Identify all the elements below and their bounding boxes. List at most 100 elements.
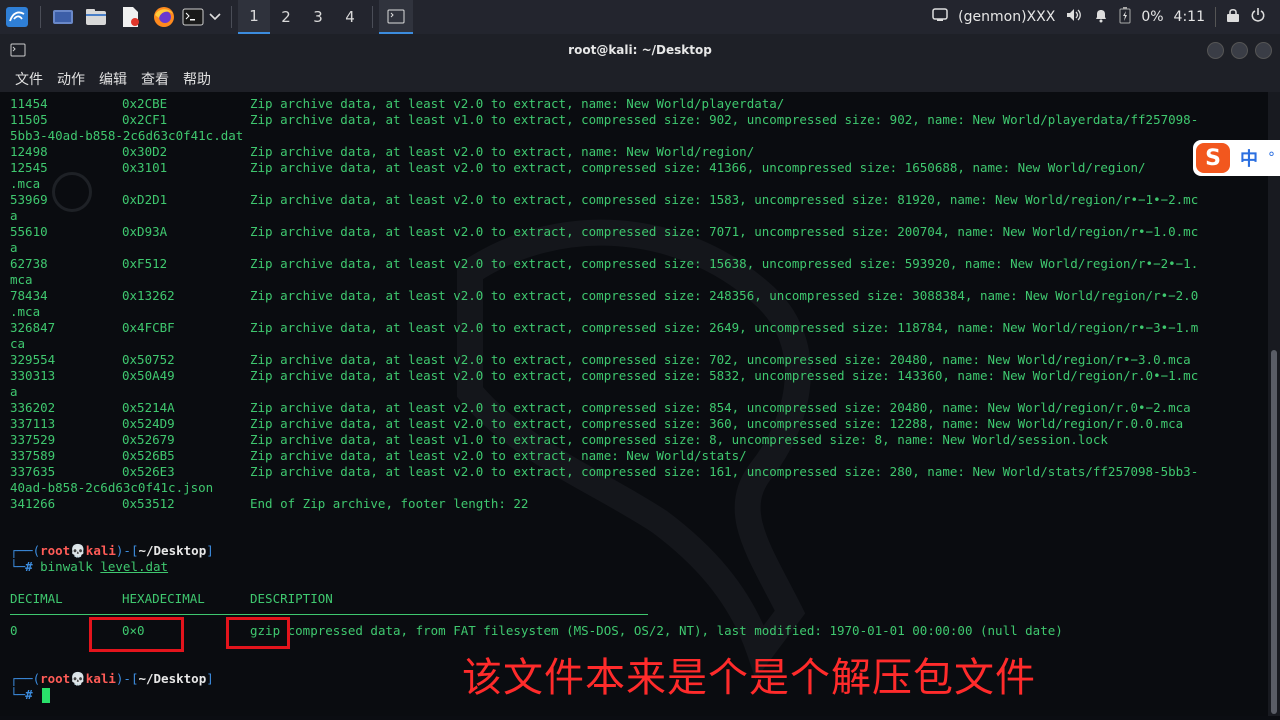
binwalk-row-wrap: .mca [10, 304, 1260, 320]
binwalk-row: 11505 0x2CF1 Zip archive data, at least v1… [10, 112, 1260, 128]
row-decimal: 326847 [10, 320, 56, 335]
row-hex: 0x2CBE [122, 96, 168, 111]
annotation-text: 该文件本来是个是个解压包文件 [462, 655, 1036, 701]
row-hex: 0x524D9 [122, 416, 175, 431]
sogou-logo-icon[interactable]: S [1196, 143, 1230, 173]
row-hex: 0x526E3 [122, 464, 175, 479]
workspace-4[interactable]: 4 [334, 0, 366, 34]
binwalk-row: 11454 0x2CBE Zip archive data, at least v2… [10, 96, 1260, 112]
kali-menu-icon[interactable] [0, 0, 34, 34]
ime-language-toggle[interactable]: 中 [1240, 145, 1258, 171]
firefox-icon[interactable] [147, 0, 181, 34]
top-panel: 1 2 3 4 (genmon)XXX 0% 4:11 [0, 0, 1280, 34]
command-arg[interactable]: level.dat [100, 559, 168, 574]
menu-action[interactable]: 动作 [50, 69, 92, 89]
row-hex: 0xD2D1 [122, 192, 168, 207]
text-editor-icon[interactable] [113, 0, 147, 34]
workspace-1[interactable]: 1 [238, 0, 270, 34]
binwalk-row: 12498 0x30D2 Zip archive data, at least v2… [10, 144, 1260, 160]
menu-edit[interactable]: 编辑 [92, 69, 134, 89]
file-manager-icon[interactable] [79, 0, 113, 34]
maximize-button[interactable] [1231, 42, 1248, 59]
workspace-2[interactable]: 2 [270, 0, 302, 34]
binwalk-row: 336202 0x5214A Zip archive data, at least … [10, 400, 1260, 416]
close-button[interactable] [1255, 42, 1272, 59]
desktop-icon[interactable] [47, 0, 79, 34]
chevron-down-icon[interactable] [205, 0, 225, 34]
genmon-label[interactable]: (genmon)XXX [958, 9, 1055, 25]
row-decimal: 330313 [10, 368, 56, 383]
genmon-icon[interactable] [932, 8, 948, 26]
row-description-wrap: .mca [10, 304, 41, 319]
row-decimal: 329554 [10, 352, 56, 367]
lock-icon[interactable] [1226, 7, 1240, 27]
binwalk-row: 337113 0x524D9 Zip archive data, at least … [10, 416, 1260, 432]
skull-icon-2: 💀 [70, 671, 86, 686]
row-description: Zip archive data, at least v2.0 to extra… [250, 160, 1146, 175]
scrollbar-thumb[interactable] [1271, 350, 1277, 714]
row-hex: 0x4FCBF [122, 320, 175, 335]
highlight-box-gzip [226, 617, 290, 649]
command-line-2: └─# [10, 687, 33, 702]
menu-file[interactable]: 文件 [0, 69, 50, 89]
power-icon[interactable] [1250, 7, 1266, 27]
notification-bell-icon[interactable] [1093, 7, 1109, 27]
row-decimal: 337589 [10, 448, 56, 463]
prompt-line-2: ┌──(root💀kali)-[~/Desktop] [10, 671, 214, 686]
row-hex: 0x2CF1 [122, 112, 168, 127]
clock[interactable]: 4:11 [1174, 9, 1205, 25]
battery-icon[interactable] [1119, 6, 1131, 28]
taskbar-terminal-button[interactable] [379, 0, 413, 34]
row-description-wrap: ca [10, 336, 26, 351]
binwalk-row-wrap: 40ad-b858-2c6d63c0f41c.json [10, 480, 1260, 496]
row-decimal: 336202 [10, 400, 56, 415]
row-hex: 0x50A49 [122, 368, 175, 383]
row-description: Zip archive data, at least v2.0 to extra… [250, 352, 1191, 367]
row-description: Zip archive data, at least v1.0 to extra… [250, 112, 1199, 127]
header-divider [10, 614, 648, 615]
workspace-3[interactable]: 3 [302, 0, 334, 34]
row-hex: 0x53512 [122, 496, 175, 511]
row-description-wrap: 5bb3-40ad-b858-2c6d63c0f41c.dat [10, 128, 244, 143]
header-hex: HEXADECIMAL [122, 591, 205, 606]
volume-icon[interactable] [1065, 7, 1083, 27]
binwalk-output: 11454 0x2CBE Zip archive data, at least v2… [10, 96, 1260, 512]
terminal-launcher-icon[interactable] [181, 0, 205, 34]
ime-toolbar[interactable]: S 中 ° [1193, 140, 1280, 176]
binwalk-row-wrap: mca [10, 272, 1260, 288]
binwalk-row: 62738 0xF512 Zip archive data, at least v2… [10, 256, 1260, 272]
binwalk-row-wrap: ca [10, 336, 1260, 352]
row-decimal: 12498 [10, 144, 48, 159]
result-desc-rest: compressed data, from FAT filesystem (MS… [280, 623, 1063, 638]
row-hex: 0xD93A [122, 224, 168, 239]
row-description: Zip archive data, at least v2.0 to extra… [250, 192, 1199, 207]
menu-help[interactable]: 帮助 [176, 69, 218, 89]
row-description: End of Zip archive, footer length: 22 [250, 496, 529, 511]
row-hex: 0x13262 [122, 288, 175, 303]
row-description: Zip archive data, at least v1.0 to extra… [250, 432, 1108, 447]
command-line: └─# binwalk level.dat [10, 559, 169, 574]
binwalk-row: 341266 0x53512 End of Zip archive, footer … [10, 496, 1260, 512]
row-decimal: 341266 [10, 496, 56, 511]
binwalk-row: 337529 0x52679 Zip archive data, at least … [10, 432, 1260, 448]
scrollbar[interactable] [1268, 92, 1280, 716]
binwalk-row: 12545 0x3101 Zip archive data, at least v2… [10, 160, 1260, 176]
battery-percent: 0% [1141, 9, 1164, 25]
binwalk-row-wrap: a [10, 384, 1260, 400]
binwalk-row-wrap: 5bb3-40ad-b858-2c6d63c0f41c.dat [10, 128, 1260, 144]
row-description: Zip archive data, at least v2.0 to extra… [250, 224, 1199, 239]
binwalk-row: 337589 0x526B5 Zip archive data, at least … [10, 448, 1260, 464]
row-hex: 0x30D2 [122, 144, 168, 159]
row-hex: 0x5214A [122, 400, 175, 415]
prompt-host: kali [85, 543, 116, 558]
window-titlebar[interactable]: root@kali: ~/Desktop [0, 34, 1280, 66]
menu-view[interactable]: 查看 [134, 69, 176, 89]
binwalk-row: 78434 0x13262 Zip archive data, at least v… [10, 288, 1260, 304]
row-decimal: 62738 [10, 256, 48, 271]
row-description-wrap: a [10, 208, 18, 223]
minimize-button[interactable] [1207, 42, 1224, 59]
row-description: Zip archive data, at least v2.0 to extra… [250, 400, 1191, 415]
ime-punctuation-icon[interactable]: ° [1268, 150, 1275, 166]
prompt-user-2: root [40, 671, 71, 686]
binwalk-row: 55610 0xD93A Zip archive data, at least v2… [10, 224, 1260, 240]
